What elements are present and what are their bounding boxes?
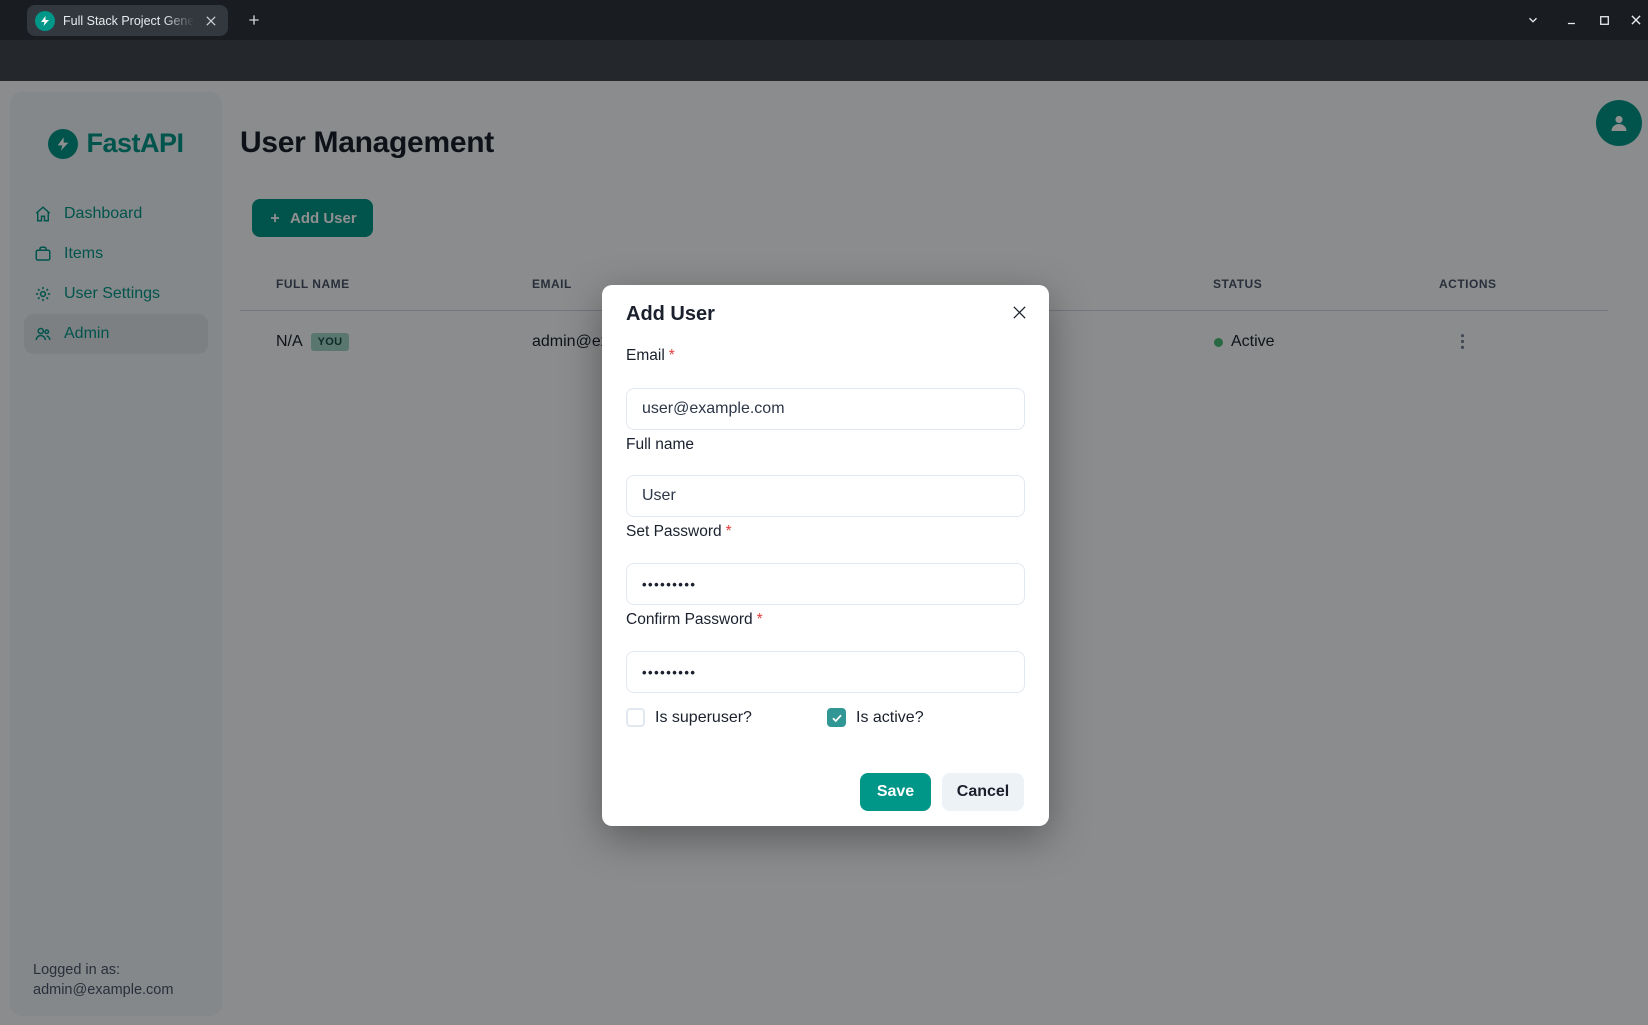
tab-close-icon[interactable] — [202, 12, 220, 30]
window-minimize-button[interactable] — [1560, 8, 1584, 32]
full-name-label: Full name — [626, 436, 694, 454]
save-button[interactable]: Save — [860, 773, 931, 811]
window-close-button[interactable] — [1624, 8, 1648, 32]
is-superuser-label: Is superuser? — [655, 709, 752, 727]
cancel-button[interactable]: Cancel — [942, 773, 1024, 811]
is-active-checkbox[interactable] — [827, 708, 846, 727]
confirm-password-field[interactable] — [626, 651, 1025, 693]
is-superuser-checkbox-row: Is superuser? — [626, 708, 752, 727]
confirm-password-label: Confirm Password* — [626, 611, 763, 629]
set-password-field[interactable] — [626, 563, 1025, 605]
required-marker: * — [757, 611, 763, 628]
email-field[interactable] — [626, 388, 1025, 430]
add-user-modal: Add User Email* Full name Set Password* … — [602, 285, 1049, 826]
app-page: FastAPI Dashboard Items — [0, 81, 1648, 1025]
tab-search-chevron-icon[interactable] — [1521, 8, 1545, 32]
tab-title: Full Stack Project Genera — [63, 14, 194, 28]
browser-tab[interactable]: Full Stack Project Genera — [27, 5, 228, 36]
is-active-label: Is active? — [856, 709, 924, 727]
browser-titlebar: Full Stack Project Genera — [0, 0, 1648, 40]
modal-title: Add User — [626, 303, 715, 326]
email-label: Email* — [626, 347, 675, 365]
set-password-label: Set Password* — [626, 523, 732, 541]
fastapi-favicon-icon — [35, 11, 55, 31]
new-tab-button[interactable] — [242, 8, 266, 32]
full-name-field[interactable] — [626, 475, 1025, 517]
browser-navbar: i localhost/admin 1 — [0, 40, 1648, 81]
window-maximize-button[interactable] — [1592, 8, 1616, 32]
required-marker: * — [726, 523, 732, 540]
is-superuser-checkbox[interactable] — [626, 708, 645, 727]
browser-window: Full Stack Project Genera — [0, 0, 1648, 1025]
modal-close-button[interactable] — [1005, 298, 1033, 326]
is-active-checkbox-row: Is active? — [827, 708, 924, 727]
required-marker: * — [669, 347, 675, 364]
